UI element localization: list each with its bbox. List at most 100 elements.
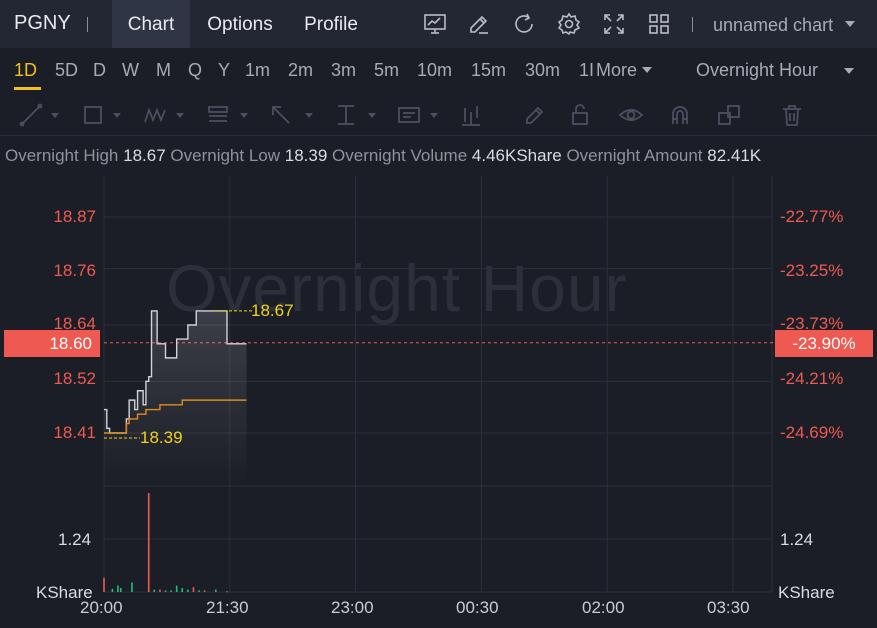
eye-icon[interactable]: [618, 102, 644, 128]
volume-bar: [215, 589, 217, 592]
tab-options[interactable]: Options: [196, 0, 284, 48]
chevron-down-icon[interactable]: [844, 68, 854, 74]
trend-line-icon[interactable]: [18, 102, 44, 128]
volume-bar: [164, 590, 167, 592]
chart-name-select[interactable]: unnamed chart: [713, 15, 833, 36]
volume-bar: [170, 590, 172, 592]
chevron-down-icon[interactable]: [51, 113, 59, 118]
volume-bar: [131, 582, 133, 592]
volume-bar: [175, 585, 178, 592]
interval-q[interactable]: Q: [188, 60, 202, 81]
chevron-down-icon[interactable]: [240, 113, 248, 118]
low-annotation: 18.39: [140, 428, 183, 447]
current-price-tag: 18.60: [4, 330, 100, 357]
ticker-symbol[interactable]: PGNY: [14, 12, 71, 35]
interval-w[interactable]: W: [122, 60, 139, 81]
price-tick: 18.41: [53, 423, 96, 442]
volume-bar: [226, 591, 228, 593]
volume-bar: [103, 577, 105, 592]
interval-m[interactable]: M: [156, 60, 171, 81]
interval-5d[interactable]: 5D: [55, 60, 78, 81]
volume-bar: [153, 589, 156, 592]
interval-30m[interactable]: 30m: [525, 60, 560, 81]
chevron-down-icon[interactable]: [642, 67, 652, 73]
tab-profile[interactable]: Profile: [294, 0, 368, 48]
overnight-low-label: Overnight Low: [170, 146, 281, 165]
overnight-amount-label: Overnight Amount: [566, 146, 703, 165]
chevron-down-icon[interactable]: [368, 113, 376, 118]
interval-15m[interactable]: 15m: [471, 60, 506, 81]
interval-1i[interactable]: 1I: [579, 60, 594, 81]
chevron-down-icon[interactable]: [305, 113, 313, 118]
interval-y[interactable]: Y: [218, 60, 230, 81]
overnight-high-value: 18.67: [123, 146, 166, 165]
session-select[interactable]: Overnight Hour: [696, 60, 818, 81]
more-intervals-button[interactable]: More: [596, 60, 637, 81]
lock-icon[interactable]: [567, 102, 593, 128]
volume-bar: [187, 589, 189, 592]
tab-chart[interactable]: Chart: [112, 0, 190, 48]
measure-icon[interactable]: [333, 102, 359, 128]
session-stats: Overnight High 18.67 Overnight Low 18.39…: [5, 146, 761, 166]
volume-bar: [159, 589, 161, 592]
active-interval-indicator: [14, 87, 41, 90]
interval-10m[interactable]: 10m: [417, 60, 452, 81]
time-tick: 23:00: [331, 598, 374, 617]
percent-tick: -24.69%: [780, 423, 844, 442]
interval-5m[interactable]: 5m: [374, 60, 399, 81]
top-bar: PGNY Chart Options Profile unnamed chart: [0, 0, 877, 48]
label-icon[interactable]: [396, 102, 422, 128]
overnight-low-value: 18.39: [284, 146, 328, 165]
volume-bar: [147, 493, 150, 592]
time-tick: 02:00: [582, 598, 625, 617]
magnet-icon[interactable]: [667, 102, 693, 128]
price-tick: 18.76: [53, 261, 96, 280]
volume-bar: [119, 588, 122, 592]
fullscreen-icon[interactable]: [602, 12, 626, 36]
overnight-volume-value: 4.46KShare: [471, 146, 562, 165]
refresh-icon[interactable]: [512, 12, 536, 36]
chevron-down-icon[interactable]: [113, 113, 121, 118]
interval-1d[interactable]: 1D: [14, 60, 37, 81]
chevron-down-icon[interactable]: [845, 21, 855, 27]
indicator-icon[interactable]: [423, 12, 447, 36]
volume-unit: KShare: [778, 583, 835, 602]
volume-tick: 1.24: [780, 530, 814, 549]
overnight-high-label: Overnight High: [5, 146, 119, 165]
interval-3m[interactable]: 3m: [331, 60, 356, 81]
interval-1m[interactable]: 1m: [245, 60, 270, 81]
percent-tick: -24.21%: [780, 369, 844, 388]
volume-bar: [117, 585, 119, 592]
chevron-down-icon[interactable]: [176, 113, 184, 118]
arrow-icon[interactable]: [268, 102, 294, 128]
bar-pattern-icon[interactable]: [458, 102, 484, 128]
price-area: [104, 310, 247, 486]
time-tick: 03:30: [707, 598, 750, 617]
brush-icon[interactable]: [522, 102, 548, 128]
percent-tick: -22.77%: [780, 207, 844, 226]
trash-icon[interactable]: [779, 102, 805, 128]
chevron-down-icon[interactable]: [430, 113, 438, 118]
layout-icon[interactable]: [647, 12, 671, 36]
interval-bar: 1D 5D D W M Q Y 1m 2m 3m 5m 10m 15m 30m …: [0, 48, 877, 94]
pattern-icon[interactable]: [142, 102, 168, 128]
percent-tick: -23.25%: [780, 261, 844, 280]
interval-2m[interactable]: 2m: [288, 60, 313, 81]
price-chart[interactable]: [0, 174, 877, 628]
time-tick: 20:00: [80, 598, 123, 617]
volume-tick: 1.24: [58, 530, 92, 549]
divider: [87, 17, 88, 32]
time-tick: 00:30: [456, 598, 499, 617]
drawing-toolbar: [0, 94, 877, 136]
divider: [692, 17, 693, 32]
draw-icon[interactable]: [467, 12, 491, 36]
text-note-icon[interactable]: [205, 102, 231, 128]
duplicate-icon[interactable]: [716, 102, 742, 128]
high-annotation: 18.67: [251, 301, 294, 320]
interval-d[interactable]: D: [93, 60, 106, 81]
volume-bar: [203, 590, 206, 592]
volume-bar: [198, 590, 200, 592]
volume-bar: [181, 588, 184, 592]
rectangle-icon[interactable]: [80, 102, 106, 128]
settings-icon[interactable]: [557, 12, 581, 36]
